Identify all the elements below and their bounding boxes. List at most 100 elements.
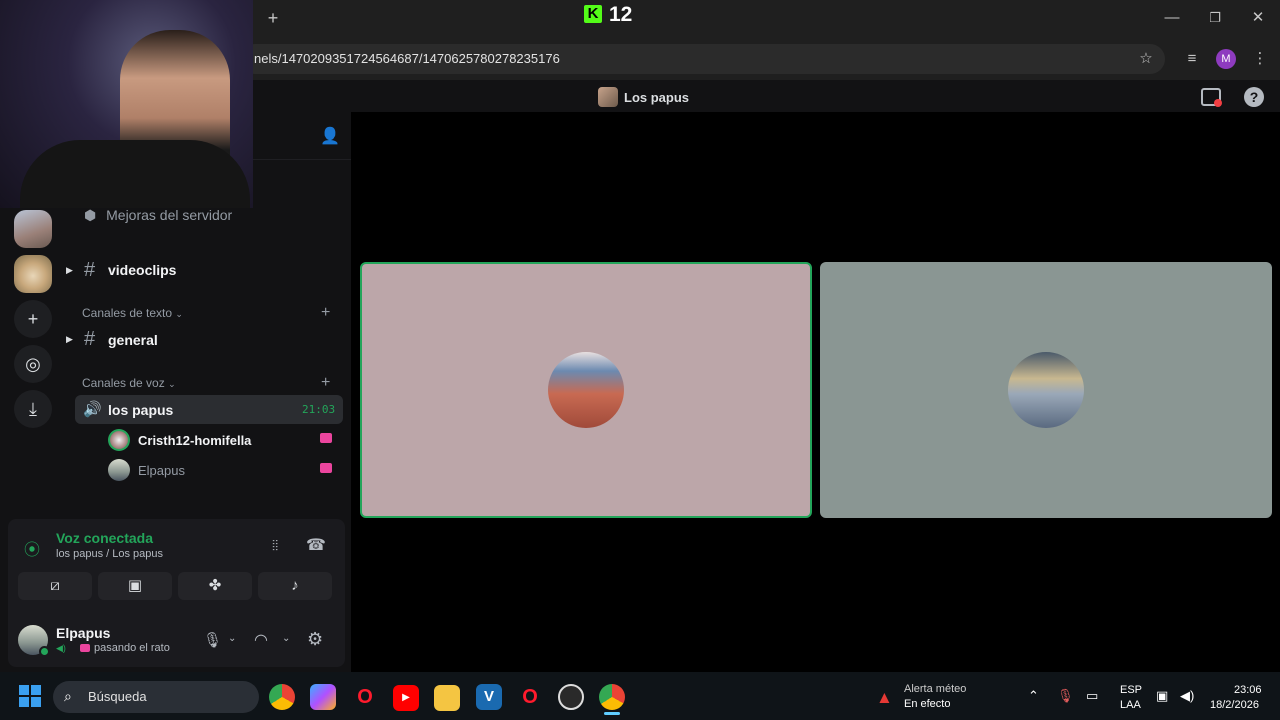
voice-member-row[interactable]: Elpapus xyxy=(100,458,340,482)
participant-tile[interactable] xyxy=(820,262,1272,518)
create-channel-button[interactable]: + xyxy=(321,374,330,392)
new-tab-button[interactable]: + xyxy=(263,8,283,28)
weather-alert-subtitle[interactable]: En efecto xyxy=(904,698,950,710)
media-controls-icon[interactable]: ≡ xyxy=(1182,49,1202,69)
inbox-icon[interactable] xyxy=(1201,88,1222,107)
server-icon xyxy=(598,87,618,107)
webcam-torso xyxy=(20,140,250,208)
avatar xyxy=(108,459,130,481)
screen-share-icon: ▣ xyxy=(127,577,143,594)
activities-icon: ✤ xyxy=(208,577,222,594)
add-server-icon[interactable]: + xyxy=(14,300,52,338)
hash-icon: # xyxy=(84,328,96,350)
channel-general[interactable]: ▶ # general xyxy=(66,328,336,352)
obs-app-icon[interactable] xyxy=(558,684,584,710)
network-icon[interactable]: ▣ xyxy=(1156,688,1168,704)
participant-avatar xyxy=(1008,352,1084,428)
category-voice-channels[interactable]: Canales de voz ⌄ xyxy=(82,376,176,390)
server-boosts-item[interactable]: ⬢ Mejoras del servidor xyxy=(84,207,232,224)
user-name[interactable]: Elpapus xyxy=(56,625,110,641)
volume-icon[interactable]: ◀) xyxy=(1180,688,1194,704)
close-button[interactable]: ✕ xyxy=(1248,8,1268,28)
show-hidden-icons[interactable]: ⌃ xyxy=(1028,688,1039,704)
active-app-indicator xyxy=(604,712,620,715)
settings-gear-icon[interactable]: ⚙ xyxy=(307,629,323,650)
notification-dot xyxy=(1214,99,1222,107)
category-label: Canales de voz xyxy=(82,376,165,390)
chevron-down-icon[interactable]: ⌄ xyxy=(282,633,290,644)
headphones-icon[interactable]: ◠ xyxy=(254,630,268,650)
participant-avatar xyxy=(548,352,624,428)
soundboard-icon: ♪ xyxy=(291,577,299,594)
address-bar-url[interactable]: nels/1470209351724564687/147062578027823… xyxy=(254,51,560,66)
keyboard-icon[interactable]: ▭ xyxy=(1086,688,1098,704)
copilot-app-icon[interactable] xyxy=(310,684,336,710)
category-text-channels[interactable]: Canales de texto ⌄ xyxy=(82,306,183,320)
search-icon: ⌕ xyxy=(64,688,72,704)
soundboard-button[interactable]: ♪ xyxy=(258,572,332,600)
streamer-webcam-overlay xyxy=(0,0,253,208)
chrome-app-icon[interactable] xyxy=(269,684,295,710)
voice-status[interactable]: Voz conectada xyxy=(56,530,153,546)
chrome-profile-app-icon[interactable] xyxy=(599,684,625,710)
start-tile xyxy=(31,685,41,695)
voice-location[interactable]: los papus / Los papus xyxy=(56,548,163,560)
activity-icon xyxy=(320,463,332,473)
avatar xyxy=(108,429,130,451)
language-line1[interactable]: ESP xyxy=(1120,684,1142,696)
taskbar-search[interactable] xyxy=(53,681,259,713)
language-line2[interactable]: LAA xyxy=(1120,699,1141,711)
activity-icon xyxy=(80,644,90,652)
voice-channel-name: los papus xyxy=(108,402,174,418)
minimize-button[interactable]: — xyxy=(1162,8,1182,28)
participant-tile-speaking[interactable] xyxy=(360,262,812,518)
chevron-down-icon: ⌄ xyxy=(175,309,183,319)
discover-compass-icon[interactable]: ◎ xyxy=(14,345,52,383)
download-icon[interactable]: ⤓ xyxy=(14,390,52,428)
weather-alert-title[interactable]: Alerta méteo xyxy=(904,683,966,695)
speaker-small-icon: ◀) xyxy=(56,643,66,653)
microphone-icon[interactable]: 🎙 xyxy=(203,631,222,649)
channel-videoclips[interactable]: ▶ # videoclips xyxy=(66,259,336,283)
user-avatar[interactable] xyxy=(18,625,50,657)
file-explorer-icon[interactable] xyxy=(434,685,460,711)
disconnect-icon[interactable]: ☎ xyxy=(306,535,326,555)
noise-suppression-icon[interactable]: ⦙⦙ xyxy=(272,537,278,554)
boost-icon: ⬢ xyxy=(84,207,97,223)
browser-menu-icon[interactable]: ⋮ xyxy=(1250,49,1270,69)
chevron-down-icon[interactable]: ⌄ xyxy=(228,633,236,644)
user-status[interactable]: pasando el rato xyxy=(94,642,170,654)
warning-icon: ▲ xyxy=(876,688,893,707)
server-boosts-label: Mejoras del servidor xyxy=(106,207,233,223)
help-icon[interactable]: ? xyxy=(1244,87,1264,107)
bookmark-star-icon[interactable]: ☆ xyxy=(1136,49,1156,69)
clock-time[interactable]: 23:06 xyxy=(1234,684,1262,696)
server-avatar[interactable] xyxy=(14,255,52,293)
vegas-app-icon[interactable]: V xyxy=(476,684,502,710)
collapse-arrow-icon: ▶ xyxy=(66,334,73,344)
member-name: Cristh12-homifella xyxy=(138,433,252,448)
opera-app-icon[interactable]: O xyxy=(352,684,378,710)
start-tile xyxy=(19,697,29,707)
clock-date[interactable]: 18/2/2026 xyxy=(1210,699,1259,711)
windows-start-icon[interactable] xyxy=(19,685,41,707)
chevron-down-icon: ⌄ xyxy=(168,379,176,389)
microphone-tray-icon[interactable]: 🎙 xyxy=(1057,688,1074,704)
kick-logo-icon: K xyxy=(584,5,602,23)
activities-button[interactable]: ✤ xyxy=(178,572,252,600)
speaker-icon: 🔊 xyxy=(83,401,102,418)
server-avatar[interactable] xyxy=(14,210,52,248)
camera-off-button[interactable]: ⧄ xyxy=(18,572,92,600)
channel-name: videoclips xyxy=(108,262,177,278)
youtube-app-icon[interactable]: ▶ xyxy=(393,685,419,711)
activity-icon xyxy=(320,433,332,443)
create-channel-button[interactable]: + xyxy=(321,304,330,322)
invite-user-icon[interactable]: 👤 xyxy=(320,126,340,145)
opera-gx-app-icon[interactable]: O xyxy=(517,684,543,710)
restore-button[interactable]: ❐ xyxy=(1205,8,1225,28)
start-tile xyxy=(31,697,41,707)
channel-name: general xyxy=(108,332,158,348)
voice-member-row[interactable]: Cristh12-homifella xyxy=(100,428,340,452)
profile-avatar[interactable]: M xyxy=(1216,49,1236,69)
screen-share-button[interactable]: ▣ xyxy=(98,572,172,600)
